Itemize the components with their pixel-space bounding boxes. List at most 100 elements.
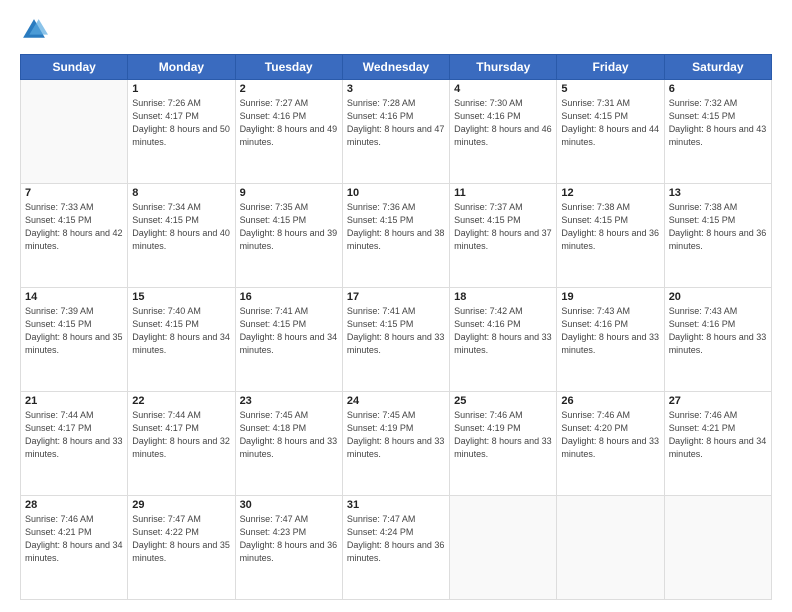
day-number: 2 — [240, 83, 338, 95]
day-number: 14 — [25, 291, 123, 303]
calendar-cell: 14 Sunrise: 7:39 AMSunset: 4:15 PMDayligh… — [21, 288, 128, 392]
day-info: Sunrise: 7:46 AMSunset: 4:19 PMDaylight:… — [454, 409, 552, 461]
calendar-cell — [21, 80, 128, 184]
calendar-cell: 17Sunrise: 7:41 AMSunset: 4:15 PMDayligh… — [342, 288, 449, 392]
calendar-cell: 15 Sunrise: 7:40 AMSunset: 4:15 PMDayligh… — [128, 288, 235, 392]
calendar-cell: 1 Sunrise: 7:26 AMSunset: 4:17 PMDaylight… — [128, 80, 235, 184]
day-number: 8 — [132, 187, 230, 199]
day-info: Sunrise: 7:46 AMSunset: 4:21 PMDaylight:… — [25, 513, 123, 565]
day-number: 20 — [669, 291, 767, 303]
calendar-cell: 2 Sunrise: 7:27 AMSunset: 4:16 PMDaylight… — [235, 80, 342, 184]
day-info: Sunrise: 7:45 AMSunset: 4:18 PMDaylight:… — [240, 409, 338, 461]
calendar-cell: 18Sunrise: 7:42 AMSunset: 4:16 PMDayligh… — [450, 288, 557, 392]
calendar-header-saturday: Saturday — [664, 55, 771, 80]
day-info: Sunrise: 7:39 AMSunset: 4:15 PMDaylight:… — [25, 305, 123, 357]
logo-icon — [20, 16, 48, 44]
day-info: Sunrise: 7:38 AMSunset: 4:15 PMDaylight:… — [561, 201, 659, 253]
day-info: Sunrise: 7:41 AMSunset: 4:15 PMDaylight:… — [240, 305, 338, 357]
calendar-cell: 8 Sunrise: 7:34 AMSunset: 4:15 PMDaylight… — [128, 184, 235, 288]
calendar-cell: 11 Sunrise: 7:37 AMSunset: 4:15 PMDayligh… — [450, 184, 557, 288]
day-number: 30 — [240, 499, 338, 511]
calendar-cell: 31 Sunrise: 7:47 AMSunset: 4:24 PMDayligh… — [342, 496, 449, 600]
day-info: Sunrise: 7:33 AMSunset: 4:15 PMDaylight:… — [25, 201, 123, 253]
calendar-cell: 20 Sunrise: 7:43 AMSunset: 4:16 PMDayligh… — [664, 288, 771, 392]
calendar-week-2: 14 Sunrise: 7:39 AMSunset: 4:15 PMDayligh… — [21, 288, 772, 392]
calendar-header-thursday: Thursday — [450, 55, 557, 80]
day-info: Sunrise: 7:34 AMSunset: 4:15 PMDaylight:… — [132, 201, 230, 253]
day-number: 13 — [669, 187, 767, 199]
day-number: 31 — [347, 499, 445, 511]
calendar-header-friday: Friday — [557, 55, 664, 80]
day-number: 17 — [347, 291, 445, 303]
calendar-cell: 7 Sunrise: 7:33 AMSunset: 4:15 PMDaylight… — [21, 184, 128, 288]
day-info: Sunrise: 7:43 AMSunset: 4:16 PMDaylight:… — [669, 305, 767, 357]
day-info: Sunrise: 7:27 AMSunset: 4:16 PMDaylight:… — [240, 97, 338, 149]
calendar-table: SundayMondayTuesdayWednesdayThursdayFrid… — [20, 54, 772, 600]
day-number: 27 — [669, 395, 767, 407]
calendar-week-4: 28 Sunrise: 7:46 AMSunset: 4:21 PMDayligh… — [21, 496, 772, 600]
day-info: Sunrise: 7:37 AMSunset: 4:15 PMDaylight:… — [454, 201, 552, 253]
day-number: 12 — [561, 187, 659, 199]
day-number: 3 — [347, 83, 445, 95]
calendar-header-row: SundayMondayTuesdayWednesdayThursdayFrid… — [21, 55, 772, 80]
day-info: Sunrise: 7:40 AMSunset: 4:15 PMDaylight:… — [132, 305, 230, 357]
calendar-header-sunday: Sunday — [21, 55, 128, 80]
day-info: Sunrise: 7:32 AMSunset: 4:15 PMDaylight:… — [669, 97, 767, 149]
day-number: 25 — [454, 395, 552, 407]
calendar-cell: 9 Sunrise: 7:35 AMSunset: 4:15 PMDaylight… — [235, 184, 342, 288]
day-info: Sunrise: 7:36 AMSunset: 4:15 PMDaylight:… — [347, 201, 445, 253]
calendar-cell — [450, 496, 557, 600]
day-info: Sunrise: 7:47 AMSunset: 4:23 PMDaylight:… — [240, 513, 338, 565]
calendar-cell — [557, 496, 664, 600]
page: SundayMondayTuesdayWednesdayThursdayFrid… — [0, 0, 792, 612]
day-number: 6 — [669, 83, 767, 95]
calendar-cell: 25 Sunrise: 7:46 AMSunset: 4:19 PMDayligh… — [450, 392, 557, 496]
day-number: 18 — [454, 291, 552, 303]
day-info: Sunrise: 7:43 AMSunset: 4:16 PMDaylight:… — [561, 305, 659, 357]
day-number: 16 — [240, 291, 338, 303]
day-number: 1 — [132, 83, 230, 95]
day-info: Sunrise: 7:38 AMSunset: 4:15 PMDaylight:… — [669, 201, 767, 253]
day-number: 26 — [561, 395, 659, 407]
day-number: 15 — [132, 291, 230, 303]
day-info: Sunrise: 7:46 AMSunset: 4:21 PMDaylight:… — [669, 409, 767, 461]
day-number: 19 — [561, 291, 659, 303]
day-info: Sunrise: 7:47 AMSunset: 4:24 PMDaylight:… — [347, 513, 445, 565]
calendar-cell: 5Sunrise: 7:31 AMSunset: 4:15 PMDaylight… — [557, 80, 664, 184]
day-info: Sunrise: 7:31 AMSunset: 4:15 PMDaylight:… — [561, 97, 659, 149]
calendar-cell: 24Sunrise: 7:45 AMSunset: 4:19 PMDayligh… — [342, 392, 449, 496]
day-info: Sunrise: 7:30 AMSunset: 4:16 PMDaylight:… — [454, 97, 552, 149]
day-number: 21 — [25, 395, 123, 407]
day-info: Sunrise: 7:45 AMSunset: 4:19 PMDaylight:… — [347, 409, 445, 461]
calendar-cell: 19 Sunrise: 7:43 AMSunset: 4:16 PMDayligh… — [557, 288, 664, 392]
calendar-cell: 16 Sunrise: 7:41 AMSunset: 4:15 PMDayligh… — [235, 288, 342, 392]
calendar-cell: 29Sunrise: 7:47 AMSunset: 4:22 PMDayligh… — [128, 496, 235, 600]
calendar-cell — [664, 496, 771, 600]
logo — [20, 16, 52, 44]
header — [20, 16, 772, 44]
day-info: Sunrise: 7:26 AMSunset: 4:17 PMDaylight:… — [132, 97, 230, 149]
day-number: 28 — [25, 499, 123, 511]
calendar-cell: 13 Sunrise: 7:38 AMSunset: 4:15 PMDayligh… — [664, 184, 771, 288]
day-number: 7 — [25, 187, 123, 199]
calendar-cell: 12 Sunrise: 7:38 AMSunset: 4:15 PMDayligh… — [557, 184, 664, 288]
calendar-header-monday: Monday — [128, 55, 235, 80]
calendar-cell: 28 Sunrise: 7:46 AMSunset: 4:21 PMDayligh… — [21, 496, 128, 600]
calendar-header-tuesday: Tuesday — [235, 55, 342, 80]
calendar-week-0: 1 Sunrise: 7:26 AMSunset: 4:17 PMDaylight… — [21, 80, 772, 184]
calendar-cell: 26 Sunrise: 7:46 AMSunset: 4:20 PMDayligh… — [557, 392, 664, 496]
day-number: 11 — [454, 187, 552, 199]
calendar-header-wednesday: Wednesday — [342, 55, 449, 80]
calendar-cell: 6 Sunrise: 7:32 AMSunset: 4:15 PMDaylight… — [664, 80, 771, 184]
day-number: 23 — [240, 395, 338, 407]
day-info: Sunrise: 7:46 AMSunset: 4:20 PMDaylight:… — [561, 409, 659, 461]
day-number: 9 — [240, 187, 338, 199]
calendar-week-1: 7 Sunrise: 7:33 AMSunset: 4:15 PMDaylight… — [21, 184, 772, 288]
calendar-cell: 22 Sunrise: 7:44 AMSunset: 4:17 PMDayligh… — [128, 392, 235, 496]
day-info: Sunrise: 7:35 AMSunset: 4:15 PMDaylight:… — [240, 201, 338, 253]
day-info: Sunrise: 7:47 AMSunset: 4:22 PMDaylight:… — [132, 513, 230, 565]
day-number: 22 — [132, 395, 230, 407]
calendar-cell: 21Sunrise: 7:44 AMSunset: 4:17 PMDayligh… — [21, 392, 128, 496]
calendar-cell: 4Sunrise: 7:30 AMSunset: 4:16 PMDaylight… — [450, 80, 557, 184]
day-info: Sunrise: 7:44 AMSunset: 4:17 PMDaylight:… — [132, 409, 230, 461]
